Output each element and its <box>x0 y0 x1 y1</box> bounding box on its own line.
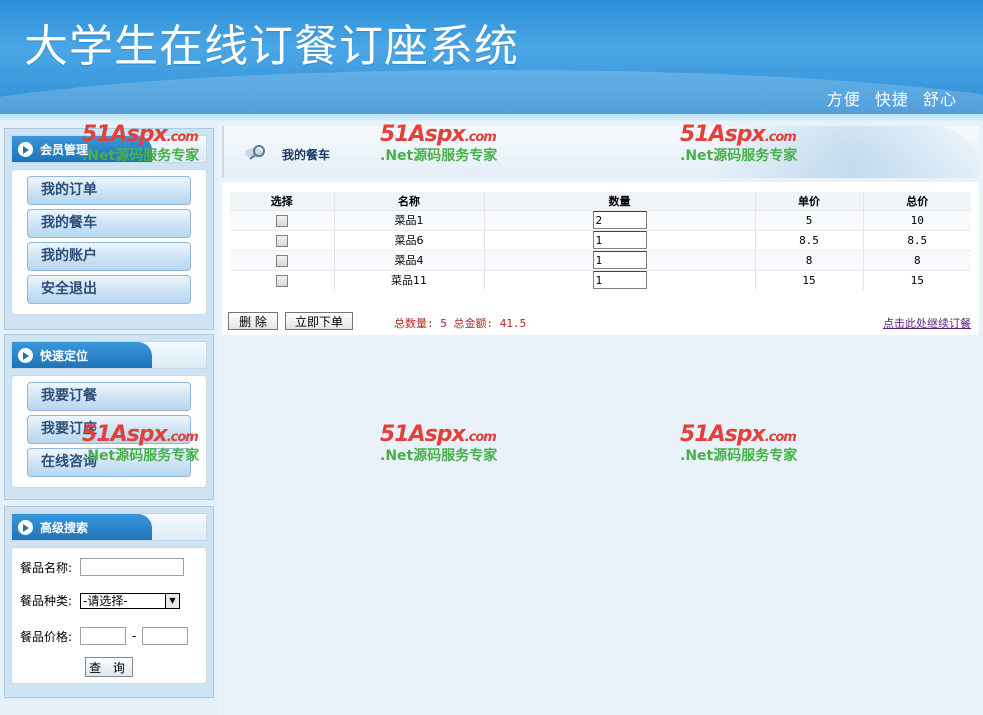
unit-price: 8 <box>755 249 864 270</box>
column-header: 单价 <box>755 192 864 210</box>
search-name-row: 餐品名称: <box>12 552 206 582</box>
column-header: 总价 <box>863 192 971 210</box>
cart-table: 选择 名称 数量 单价 总价 菜品1 5 10 菜品6 <box>230 192 971 290</box>
item-name: 菜品11 <box>334 269 485 290</box>
site-title: 大学生在线订餐订座系统 <box>24 21 519 72</box>
reserve-seat-button[interactable]: 我要订座 <box>27 415 191 444</box>
price-separator: - <box>132 629 137 643</box>
magnifier-icon <box>245 145 265 160</box>
total-price: 10 <box>863 209 971 230</box>
table-row: 菜品11 15 15 <box>230 269 971 290</box>
order-summary: 总数量: 5 总金额: 41.5 <box>394 317 527 330</box>
my-account-button[interactable]: 我的账户 <box>27 242 191 271</box>
content-header: 我的餐车 <box>222 126 979 178</box>
panel-title: 快速定位 <box>40 349 89 363</box>
search-price-row: 餐品价格: - <box>12 615 206 651</box>
play-bullet-icon <box>18 520 33 535</box>
item-name: 菜品6 <box>334 229 485 250</box>
quick-menu: 我要订餐 我要订座 在线咨询 <box>11 375 207 488</box>
total-price: 8 <box>863 249 971 270</box>
search-form: 餐品名称: 餐品种类: -请选择- ▼ 餐品价格: - 查 询 <box>11 547 207 684</box>
row-checkbox[interactable] <box>275 214 288 227</box>
search-panel: 高级搜索 餐品名称: 餐品种类: -请选择- ▼ 餐品价格: - 查 询 <box>4 506 214 698</box>
food-name-input[interactable] <box>80 558 184 576</box>
main-content: 我的餐车 选择 名称 数量 单价 总价 菜品1 5 10 <box>222 122 983 715</box>
place-order-button[interactable]: 立即下单 <box>285 312 353 330</box>
play-bullet-icon <box>18 348 33 363</box>
slogan: 方便 快捷 舒心 <box>819 86 957 110</box>
my-orders-button[interactable]: 我的订单 <box>27 176 191 205</box>
food-type-label: 餐品种类: <box>20 594 73 608</box>
table-row: 菜品4 8 8 <box>230 249 971 270</box>
site-header: 大学生在线订餐订座系统 方便 快捷 舒心 <box>0 0 983 122</box>
cart-area: 选择 名称 数量 单价 总价 菜品1 5 10 菜品6 <box>222 182 979 335</box>
quick-panel-header: 快速定位 <box>11 341 207 369</box>
price-min-input[interactable] <box>80 627 126 645</box>
row-checkbox[interactable] <box>275 254 288 267</box>
quantity-input[interactable] <box>592 271 647 290</box>
my-cart-button[interactable]: 我的餐车 <box>27 209 191 238</box>
play-bullet-icon <box>18 142 33 157</box>
column-header: 数量 <box>484 192 756 210</box>
column-header: 名称 <box>334 192 485 210</box>
quick-panel: 快速定位 我要订餐 我要订座 在线咨询 <box>4 334 214 500</box>
table-row: 菜品6 8.5 8.5 <box>230 229 971 250</box>
dropdown-arrow-icon: ▼ <box>165 593 179 608</box>
search-type-row: 餐品种类: -请选择- ▼ <box>12 582 206 615</box>
quantity-input[interactable] <box>592 251 647 269</box>
unit-price: 15 <box>755 269 864 290</box>
unit-price: 8.5 <box>755 229 864 250</box>
total-price: 8.5 <box>863 229 971 250</box>
online-consult-button[interactable]: 在线咨询 <box>27 448 191 477</box>
column-header: 选择 <box>230 192 335 210</box>
item-name: 菜品4 <box>334 249 485 270</box>
member-menu: 我的订单 我的餐车 我的账户 安全退出 <box>11 169 207 315</box>
page-title: 我的餐车 <box>282 148 331 162</box>
food-type-value: -请选择- <box>83 594 128 608</box>
logout-button[interactable]: 安全退出 <box>27 275 191 304</box>
row-checkbox[interactable] <box>275 234 288 247</box>
slogan-word: 快捷 <box>874 90 909 109</box>
continue-ordering-link[interactable]: 点击此处继续订餐 <box>883 315 971 331</box>
slogan-word: 方便 <box>826 90 861 109</box>
table-row: 菜品1 5 10 <box>230 209 971 230</box>
panel-title: 会员管理 <box>40 143 89 157</box>
panel-title: 高级搜索 <box>40 521 89 535</box>
slogan-word: 舒心 <box>922 90 957 109</box>
sidebar: 会员管理 我的订单 我的餐车 我的账户 安全退出 快速定位 我要订餐 我要订座 … <box>0 122 218 715</box>
table-header-row: 选择 名称 数量 单价 总价 <box>230 192 971 210</box>
quantity-input[interactable] <box>592 231 647 249</box>
price-max-input[interactable] <box>142 627 189 645</box>
member-panel: 会员管理 我的订单 我的餐车 我的账户 安全退出 <box>4 128 214 330</box>
unit-price: 5 <box>755 209 864 230</box>
total-price: 15 <box>863 269 971 290</box>
item-name: 菜品1 <box>334 209 485 230</box>
order-food-button[interactable]: 我要订餐 <box>27 382 191 411</box>
food-price-label: 餐品价格: <box>20 629 73 644</box>
quantity-input[interactable] <box>592 211 647 229</box>
query-button[interactable]: 查 询 <box>85 657 133 677</box>
food-type-select[interactable]: -请选择- ▼ <box>80 592 180 609</box>
globe-decoration <box>659 126 979 178</box>
search-panel-header: 高级搜索 <box>11 513 207 541</box>
delete-button[interactable]: 删 除 <box>228 312 278 330</box>
food-name-label: 餐品名称: <box>20 560 73 575</box>
row-checkbox[interactable] <box>275 274 288 287</box>
member-panel-header: 会员管理 <box>11 135 207 163</box>
